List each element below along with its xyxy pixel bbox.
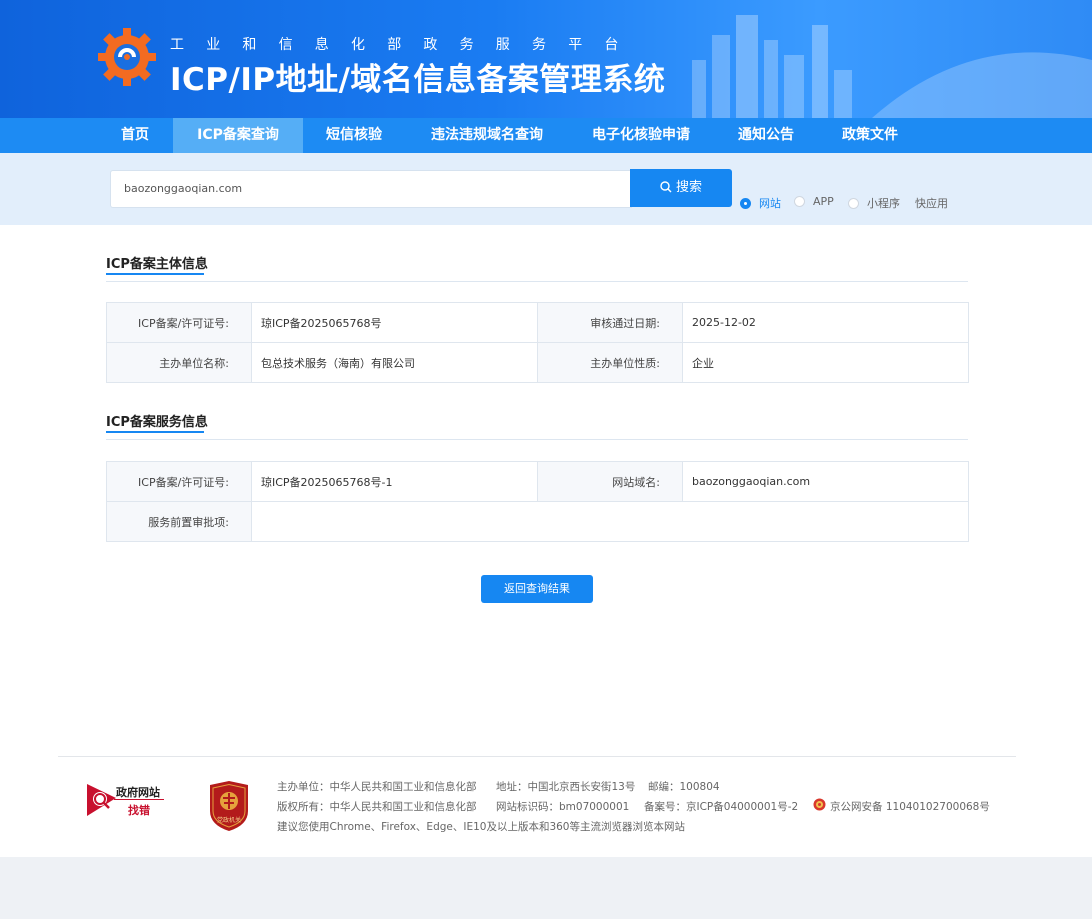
search-button[interactable]: 搜索 <box>630 169 732 207</box>
footer-site-id: 网站标识码：bm07000001 <box>496 801 630 813</box>
table-value: 琼ICP备2025065768号-1 <box>251 461 538 502</box>
radio-mini-program[interactable]: 小程序 <box>848 195 900 210</box>
table-row: ICP备案/许可证号: 琼ICP备2025065768号 审核通过日期: 202… <box>106 302 969 343</box>
table-label: 主办单位名称: <box>106 342 252 383</box>
section-underline <box>106 273 204 275</box>
section-divider <box>106 281 968 282</box>
police-badge-icon <box>813 798 826 811</box>
footer-organizer: 主办单位：中华人民共和国工业和信息化部 <box>277 781 477 793</box>
subject-info-table: ICP备案/许可证号: 琼ICP备2025065768号 审核通过日期: 202… <box>106 302 969 383</box>
radio-label: 小程序 <box>867 197 900 210</box>
radio-quick-app[interactable]: 快应用 <box>903 195 948 210</box>
section-title-service: ICP备案服务信息 <box>106 415 208 430</box>
table-value: 2025-12-02 <box>682 302 969 343</box>
system-title: ICP/IP地址/域名信息备案管理系统 <box>170 62 666 98</box>
table-label: 主办单位性质: <box>537 342 683 383</box>
table-value <box>251 501 969 542</box>
nav-item-illegal-domain[interactable]: 违法违规域名查询 <box>410 118 564 153</box>
service-info-table: ICP备案/许可证号: 琼ICP备2025065768号-1 网站域名: bao… <box>106 461 969 542</box>
radio-dot <box>740 198 751 209</box>
platform-subtitle: 工业和信息化部政务服务平台 <box>170 37 641 53</box>
gov-site-label: 政府网站 <box>116 786 160 799</box>
gov-site-error-link[interactable]: 政府网站 找错 <box>86 782 166 818</box>
table-label: 服务前置审批项: <box>106 501 252 542</box>
gear-logo-icon <box>98 28 156 86</box>
search-icon <box>660 181 672 193</box>
footer-address: 地址：中国北京西长安街13号 <box>496 781 636 793</box>
table-value: baozonggaoqian.com <box>682 461 969 502</box>
main-nav: 首页 ICP备案查询 短信核验 违法违规域名查询 电子化核验申请 通知公告 政策… <box>0 118 1092 153</box>
table-label: ICP备案/许可证号: <box>106 461 252 502</box>
section-underline <box>106 431 204 433</box>
section-divider <box>106 439 968 440</box>
table-label: 网站域名: <box>537 461 683 502</box>
radio-dot <box>848 198 859 209</box>
table-label: 审核通过日期: <box>537 302 683 343</box>
radio-app[interactable]: APP <box>794 195 834 209</box>
nav-item-home[interactable]: 首页 <box>98 118 172 153</box>
radio-label: APP <box>813 195 834 208</box>
table-row: 主办单位名称: 包总技术服务（海南）有限公司 主办单位性质: 企业 <box>106 342 969 383</box>
city-skyline-decoration <box>692 15 1092 118</box>
footer-icp-link[interactable]: 备案号：京ICP备04000001号-2 <box>644 799 798 814</box>
gov-error-label: 找错 <box>128 804 150 817</box>
table-row: 服务前置审批项: <box>106 501 969 542</box>
table-value: 琼ICP备2025065768号 <box>251 302 538 343</box>
party-government-badge-icon[interactable]: 党政机关 <box>208 781 250 831</box>
gov-site-underline <box>114 799 164 800</box>
search-input[interactable]: baozonggaoqian.com <box>110 170 632 208</box>
magnifier-flag-icon <box>87 784 116 816</box>
nav-item-notices[interactable]: 通知公告 <box>722 118 810 153</box>
radio-label: 网站 <box>759 197 781 210</box>
search-band: baozonggaoqian.com 搜索 网站 APP 小程序 快应用 <box>0 153 1092 225</box>
radio-website[interactable]: 网站 <box>740 195 781 210</box>
site-header: 工业和信息化部政务服务平台 ICP/IP地址/域名信息备案管理系统 <box>0 0 1092 118</box>
back-to-results-button[interactable]: 返回查询结果 <box>481 575 593 603</box>
section-title-subject: ICP备案主体信息 <box>106 257 208 272</box>
table-row: ICP备案/许可证号: 琼ICP备2025065768号-1 网站域名: bao… <box>106 461 969 502</box>
table-value: 企业 <box>682 342 969 383</box>
nav-item-policies[interactable]: 政策文件 <box>826 118 914 153</box>
table-label: ICP备案/许可证号: <box>106 302 252 343</box>
footer-divider <box>58 756 1016 757</box>
page-bottom-band <box>0 857 1092 919</box>
badge-label: 党政机关 <box>217 816 241 824</box>
footer-police-link[interactable]: 京公网安备 11040102700068号 <box>830 799 990 814</box>
radio-dot <box>794 196 805 207</box>
nav-item-e-verify[interactable]: 电子化核验申请 <box>576 118 706 153</box>
search-button-label: 搜索 <box>675 180 702 195</box>
footer-copyright: 版权所有：中华人民共和国工业和信息化部 <box>277 801 477 813</box>
main-content: ICP备案主体信息 ICP备案/许可证号: 琼ICP备2025065768号 审… <box>0 225 1092 857</box>
nav-item-sms-verify[interactable]: 短信核验 <box>310 118 398 153</box>
footer-browser-note: 建议您使用Chrome、Firefox、Edge、IE10及以上版本和360等主… <box>277 821 685 833</box>
footer-postcode: 邮编：100804 <box>648 781 720 793</box>
nav-item-icp-query[interactable]: ICP备案查询 <box>173 118 303 153</box>
radio-label: 快应用 <box>915 197 948 210</box>
table-value: 包总技术服务（海南）有限公司 <box>251 342 538 383</box>
